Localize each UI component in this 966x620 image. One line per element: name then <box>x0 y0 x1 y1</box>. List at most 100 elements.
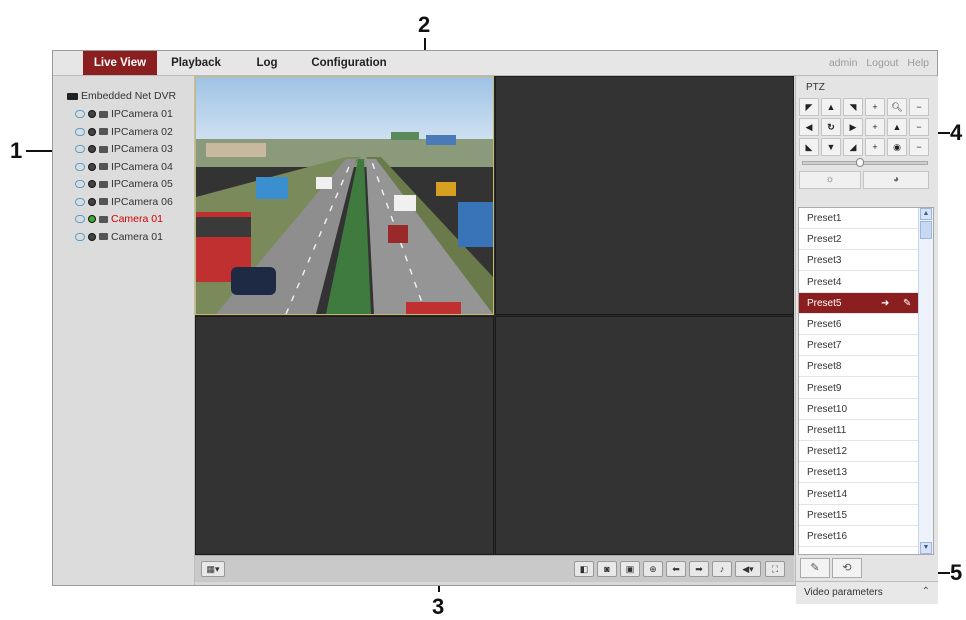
top-nav-bar: Live View Playback Log Configuration adm… <box>53 51 937 76</box>
call-preset-icon[interactable]: ➜ <box>881 293 889 314</box>
preset-item[interactable]: Preset13 <box>799 462 919 484</box>
capture-icon[interactable]: ◙ <box>597 561 617 577</box>
layout-select-button[interactable]: ▦▾ <box>201 561 225 577</box>
ptz-up-right-icon[interactable]: ◥ <box>843 98 863 116</box>
tree-camera-item[interactable]: IPCamera 04 <box>75 159 173 175</box>
wiper-button[interactable]: ◕ <box>863 171 929 189</box>
ptz-down-icon[interactable]: ▼ <box>821 138 841 156</box>
preset-item[interactable]: Preset7 <box>799 335 919 357</box>
record-status-icon <box>99 215 108 223</box>
preset-item[interactable]: Preset12 <box>799 441 919 463</box>
preset-item[interactable]: Preset11 <box>799 420 919 441</box>
tree-camera-item[interactable]: Camera 01 <box>75 211 163 227</box>
iris-close-icon[interactable]: − <box>909 138 929 156</box>
device-tree: Embedded Net DVR IPCamera 01 IPCamera 02 I… <box>53 76 195 585</box>
tree-camera-label: IPCamera 05 <box>111 178 173 190</box>
link-icon <box>75 110 85 119</box>
tree-camera-label: IPCamera 02 <box>111 125 173 138</box>
ptz-left-icon[interactable]: ◀ <box>799 118 819 136</box>
preset-label: Preset5 <box>807 297 842 309</box>
preset-label: Preset10 <box>807 403 848 415</box>
preset-label: Preset3 <box>807 255 842 267</box>
preset-item[interactable]: Preset4 <box>799 272 919 293</box>
preset-label: Preset6 <box>807 319 842 330</box>
zoom-out-icon[interactable]: − <box>909 98 929 116</box>
tree-camera-item[interactable]: IPCamera 06 <box>75 194 173 210</box>
tree-camera-item[interactable]: IPCamera 02 <box>75 124 173 140</box>
light-button[interactable]: ☼ <box>799 171 861 189</box>
expand-icon[interactable]: ⌃ <box>922 586 930 597</box>
iris-open-icon[interactable]: + <box>865 138 885 156</box>
fullscreen-icon[interactable]: ⛶ <box>765 561 785 577</box>
video-pane-2[interactable] <box>495 76 794 315</box>
help-link[interactable]: Help <box>907 57 929 69</box>
zoom-in-icon[interactable]: + <box>865 98 885 116</box>
focus-near-icon[interactable]: + <box>865 118 885 136</box>
preset-label: Preset8 <box>807 361 842 373</box>
tab-configuration[interactable]: Configuration <box>307 51 391 75</box>
camera-icon <box>88 215 96 224</box>
callout-4: 4 <box>950 120 963 145</box>
tab-patrol[interactable]: ⟲ <box>832 558 862 578</box>
tree-camera-label: IPCamera 01 <box>111 108 173 120</box>
preset-item[interactable]: Preset16 <box>799 526 919 547</box>
tree-camera-item[interactable]: IPCamera 03 <box>75 141 173 157</box>
tab-playback[interactable]: Playback <box>165 51 227 75</box>
tree-camera-item[interactable]: Camera 01 <box>75 229 163 245</box>
preset-item[interactable]: Preset14 <box>799 484 919 505</box>
volume-icon[interactable]: ◀▾ <box>735 561 761 577</box>
preset-scrollbar[interactable]: ▲ ▼ <box>918 208 933 554</box>
ptz-speed-slider[interactable] <box>802 161 928 165</box>
tab-live-view[interactable]: Live View <box>83 51 157 75</box>
video-pane-3[interactable] <box>195 316 494 555</box>
tree-camera-item[interactable]: IPCamera 05 <box>75 176 173 192</box>
preset-label: Preset7 <box>807 340 842 352</box>
ptz-down-right-icon[interactable]: ◢ <box>843 138 863 156</box>
record-icon[interactable]: ▣ <box>620 561 640 577</box>
preset-label: Preset4 <box>807 276 842 288</box>
tab-log[interactable]: Log <box>247 51 287 75</box>
focus-far-icon[interactable]: − <box>909 118 929 136</box>
ptz-right-icon[interactable]: ▶ <box>843 118 863 136</box>
ptz-speed-slider-knob[interactable] <box>856 158 864 167</box>
preset-item[interactable]: Preset2 <box>799 229 919 251</box>
preset-item[interactable]: Preset9 <box>799 378 919 399</box>
ptz-up-left-icon[interactable]: ◤ <box>799 98 819 116</box>
preset-item[interactable]: Preset1 <box>799 208 919 229</box>
tree-camera-item[interactable]: IPCamera 01 <box>75 106 173 122</box>
callout-3: 3 <box>432 594 445 619</box>
next-page-icon[interactable]: ➡ <box>689 561 709 577</box>
preset-item[interactable]: Preset15 <box>799 505 919 526</box>
tree-root-dvr[interactable]: Embedded Net DVR <box>67 88 176 104</box>
link-icon <box>75 197 85 206</box>
microphone-icon[interactable]: ♪ <box>712 561 732 577</box>
preset-item[interactable]: Preset8 <box>799 356 919 378</box>
ptz-down-left-icon[interactable]: ◣ <box>799 138 819 156</box>
link-icon <box>75 232 85 241</box>
preset-item[interactable]: Preset6 <box>799 314 919 335</box>
tab-preset[interactable]: ✎ <box>800 558 830 578</box>
ptz-up-icon[interactable]: ▲ <box>821 98 841 116</box>
preset-item[interactable]: Preset5 ➜ ✎ <box>799 292 919 314</box>
video-grid <box>195 76 794 555</box>
logout-link[interactable]: Logout <box>866 57 898 69</box>
preset-label: Preset9 <box>807 382 842 394</box>
record-status-icon <box>99 233 108 241</box>
video-pane-4[interactable] <box>495 316 794 555</box>
camera-icon <box>88 197 96 206</box>
video-pane-1[interactable] <box>195 76 494 315</box>
live-video-highway <box>196 77 493 315</box>
ptz-auto-icon[interactable]: ↻ <box>821 118 841 136</box>
stop-all-preview-icon[interactable]: ◧ <box>574 561 594 577</box>
video-parameters-panel[interactable]: Video parameters ⌃ <box>796 581 938 604</box>
preset-item[interactable]: Preset10 <box>799 399 919 420</box>
scroll-up-icon[interactable]: ▲ <box>920 208 932 220</box>
tree-camera-label: IPCamera 06 <box>111 195 173 208</box>
set-preset-icon[interactable]: ✎ <box>903 293 911 314</box>
scroll-thumb[interactable] <box>920 221 932 239</box>
camera-icon <box>88 110 96 119</box>
scroll-down-icon[interactable]: ▼ <box>920 542 932 554</box>
preset-item[interactable]: Preset3 <box>799 250 919 272</box>
previous-page-icon[interactable]: ⬅ <box>666 561 686 577</box>
zoom-icon[interactable]: ⊕ <box>643 561 663 577</box>
